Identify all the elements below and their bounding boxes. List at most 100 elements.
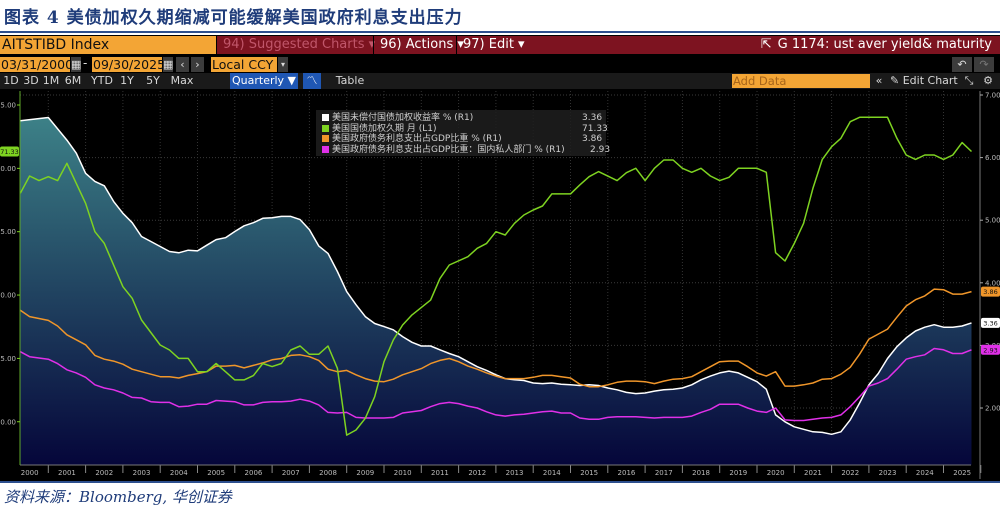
legend-label: 美国政府债务利息支出占GDP比重：国内私人部门 % (R1)	[332, 144, 565, 155]
x-tick-label: 2014	[543, 469, 561, 477]
x-tick-label: 2024	[916, 469, 934, 477]
gear-icon[interactable]: ⚙	[980, 73, 996, 89]
annotate-icon[interactable]: ⤡	[962, 73, 976, 89]
source-note: 资料来源：Bloomberg, 华创证券	[4, 488, 232, 506]
last-value-label: 71.33	[0, 148, 19, 156]
date-bar: 03/31/2000 ▦ - 09/30/2025 ▦ ‹ › Local CC…	[0, 56, 1000, 73]
chart-title-text: G 1174: ust aver yield& maturity	[777, 37, 992, 52]
legend-value: 71.33	[582, 123, 608, 134]
x-tick-label: 2009	[356, 469, 374, 477]
calendar-icon[interactable]: ▦	[71, 57, 81, 72]
period-1d[interactable]: 1D	[2, 73, 20, 89]
line-chart-icon[interactable]: 〽	[303, 73, 321, 89]
period-5y[interactable]: 5Y	[142, 73, 164, 89]
x-tick-label: 2020	[767, 469, 785, 477]
x-tick-label: 2013	[506, 469, 524, 477]
legend-value: 3.36	[582, 113, 603, 123]
x-tick-label: 2003	[133, 469, 151, 477]
right-tick-label: 4.00	[985, 279, 1000, 287]
bottom-rule	[0, 481, 1000, 483]
undo-icon[interactable]: ↶	[952, 57, 972, 72]
chevron-down-icon[interactable]: ▾	[278, 57, 288, 72]
date-separator: -	[83, 56, 88, 70]
period-3d[interactable]: 3D	[22, 73, 40, 89]
legend-value: 3.86	[582, 134, 603, 144]
ticker-input[interactable]: AITSTIBD Index	[0, 36, 216, 54]
currency-select[interactable]: Local CCY	[211, 57, 277, 72]
x-tick-label: 2018	[692, 469, 710, 477]
left-tick-label: 60.00	[0, 292, 16, 300]
chart-legend: 美国未偿付国债加权收益率 % (R1) 3.36 美国国债加权久期 月 (L1) 71…	[316, 110, 610, 156]
figure-title: 图表 4 美债加权久期缩减可能缓解美国政府利息支出压力	[4, 8, 463, 28]
top-rule	[0, 31, 1000, 33]
bloomberg-terminal: AITSTIBD Index 94) Suggested Charts ▾ 96…	[0, 35, 1000, 481]
right-tick-label: 2.00	[985, 405, 1000, 413]
legend-swatch	[322, 124, 329, 132]
x-tick-label: 2000	[21, 469, 39, 477]
start-date-field[interactable]: 03/31/2000	[0, 57, 73, 72]
chevron-right-icon[interactable]: ›	[191, 57, 204, 72]
x-tick-label: 2023	[879, 469, 897, 477]
calendar-icon[interactable]: ▦	[163, 57, 173, 72]
last-value-label: 3.86	[983, 288, 997, 296]
legend-item: 美国国债加权久期 月 (L1) 71.33	[322, 123, 608, 135]
legend-item: 美国未偿付国债加权收益率 % (R1) 3.36	[322, 113, 602, 124]
chart-title: ⇱ G 1174: ust aver yield& maturity	[761, 36, 992, 54]
left-tick-label: 55.00	[0, 355, 16, 363]
actions-menu[interactable]: 96) Actions ▾	[373, 36, 464, 54]
legend-label: 美国政府债务利息支出占GDP比重 % (R1)	[332, 134, 502, 144]
pencil-icon: ✎	[890, 74, 900, 87]
x-tick-label: 2025	[953, 469, 971, 477]
period-6m[interactable]: 6M	[62, 73, 84, 89]
chevron-left-icon[interactable]: ‹	[176, 57, 189, 72]
x-tick-label: 2022	[841, 469, 859, 477]
legend-item: 美国政府债务利息支出占GDP比重：国内私人部门 % (R1) 2.93	[322, 144, 610, 156]
add-data-input[interactable]: Add Data	[732, 74, 870, 88]
left-tick-label: 70.00	[0, 165, 16, 173]
popout-icon[interactable]: ⇱	[761, 37, 772, 52]
edit-chart-button[interactable]: ✎ Edit Chart	[890, 73, 958, 89]
suggested-charts-menu[interactable]: 94) Suggested Charts ▾	[216, 36, 375, 54]
period-max[interactable]: Max	[167, 73, 197, 89]
legend-swatch	[322, 114, 329, 121]
x-tick-label: 2021	[804, 469, 822, 477]
legend-swatch	[322, 145, 329, 153]
x-tick-label: 2012	[468, 469, 486, 477]
x-tick-label: 2007	[282, 469, 300, 477]
left-tick-label: 75.00	[0, 102, 16, 110]
legend-item: 美国政府债务利息支出占GDP比重 % (R1) 3.86	[322, 134, 602, 145]
x-tick-label: 2015	[580, 469, 598, 477]
x-tick-label: 2008	[319, 469, 337, 477]
period-1y[interactable]: 1Y	[116, 73, 138, 89]
edit-menu[interactable]: 97) Edit ▾	[456, 36, 525, 54]
left-tick-label: 50.00	[0, 418, 16, 426]
x-tick-label: 2004	[170, 469, 188, 477]
x-tick-label: 2005	[207, 469, 225, 477]
last-value-label: 3.36	[983, 319, 997, 327]
right-tick-label: 5.00	[985, 217, 1000, 225]
period-bar: 1D 3D 1M 6M YTD 1Y 5Y Max Quarterly ▼ 〽 Table A…	[0, 73, 1000, 89]
legend-swatch	[322, 135, 329, 142]
period-1m[interactable]: 1M	[42, 73, 60, 89]
x-tick-label: 2001	[58, 469, 76, 477]
period-ytd[interactable]: YTD	[90, 73, 114, 89]
right-tick-label: 6.00	[985, 154, 1000, 162]
left-tick-label: 65.00	[0, 228, 16, 236]
collapse-icon[interactable]: «	[872, 73, 886, 89]
legend-value: 2.93	[590, 144, 611, 155]
end-date-field[interactable]: 09/30/2025	[92, 57, 165, 72]
table-button[interactable]: Table	[330, 73, 370, 89]
edit-chart-label: Edit Chart	[902, 74, 958, 87]
frequency-select[interactable]: Quarterly ▼	[230, 73, 298, 89]
x-tick-label: 2019	[729, 469, 747, 477]
x-tick-label: 2017	[655, 469, 673, 477]
x-tick-label: 2011	[431, 469, 449, 477]
redo-icon[interactable]: ↷	[974, 57, 994, 72]
x-tick-label: 2016	[618, 469, 636, 477]
legend-label: 美国国债加权久期 月 (L1)	[332, 123, 437, 134]
header-bar: AITSTIBD Index 94) Suggested Charts ▾ 96…	[0, 36, 1000, 54]
legend-label: 美国未偿付国债加权收益率 % (R1)	[332, 113, 474, 123]
x-tick-label: 2010	[394, 469, 412, 477]
right-tick-label: 7.00	[985, 92, 1000, 100]
last-value-label: 2.93	[983, 346, 997, 354]
